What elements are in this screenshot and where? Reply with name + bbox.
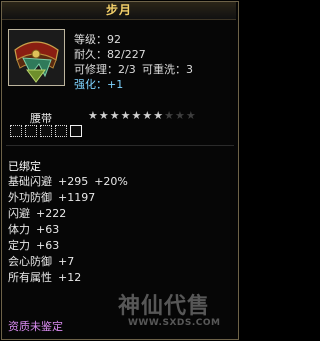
level-label: 等级： bbox=[74, 33, 107, 46]
star-icon: ★ bbox=[98, 109, 109, 122]
attribute-row: 外功防御 +1197 bbox=[8, 190, 234, 206]
rewash-label: 可重洗： bbox=[142, 63, 186, 76]
star-icon: ★ bbox=[185, 109, 196, 122]
star-icon: ★ bbox=[175, 109, 185, 122]
bound-status: 已绑定 bbox=[8, 160, 41, 173]
level-value: 92 bbox=[107, 33, 121, 46]
belt-icon bbox=[9, 30, 64, 85]
durability-value: 82/227 bbox=[107, 48, 146, 61]
attribute-name: 定力 bbox=[8, 239, 30, 252]
enhance-row: 强化：+1 bbox=[74, 77, 234, 92]
repair-row: 可修理：2/3 可重洗：3 bbox=[74, 62, 234, 77]
rewash-info: 可重洗：3 bbox=[142, 62, 193, 77]
item-type-label: 腰带 bbox=[30, 112, 52, 125]
star-icon: ★ bbox=[120, 109, 131, 122]
star-icon: ★ bbox=[88, 109, 98, 122]
attribute-name: 体力 bbox=[8, 223, 30, 236]
watermark-url: WWW.SXDS.COM bbox=[128, 318, 221, 328]
socket-slot-icon[interactable] bbox=[25, 125, 37, 137]
rewash-value: 3 bbox=[186, 63, 193, 76]
attribute-row: 基础闪避 +295 +20% bbox=[8, 174, 234, 190]
star-icon: ★ bbox=[142, 109, 153, 122]
level-row: 等级：92 bbox=[74, 32, 234, 47]
star-rating: ★ ★ ★ ★ ★ ★ ★ ★ ★ ★ bbox=[88, 110, 196, 122]
attribute-row: 体力 +63 bbox=[8, 222, 234, 238]
socket-slot-icon[interactable] bbox=[70, 125, 82, 137]
attribute-name: 所有属性 bbox=[8, 271, 52, 284]
attribute-name: 闪避 bbox=[8, 207, 30, 220]
star-icon: ★ bbox=[153, 109, 164, 122]
quality-status: 资质未鉴定 bbox=[8, 320, 63, 333]
star-icon: ★ bbox=[131, 109, 142, 122]
socket-slot-icon[interactable] bbox=[10, 125, 22, 137]
attribute-row: 会心防御 +7 bbox=[8, 254, 234, 270]
attribute-value: +1197 bbox=[58, 191, 96, 204]
item-title: 步月 bbox=[2, 2, 236, 20]
enhance-label: 强化： bbox=[74, 78, 107, 91]
repair-label: 可修理： bbox=[74, 63, 118, 76]
attribute-name: 基础闪避 bbox=[8, 175, 52, 188]
watermark: 神仙代售 WWW.SXDS.COM bbox=[118, 288, 220, 328]
attribute-extra: +20% bbox=[94, 175, 128, 188]
attribute-row: 所有属性 +12 bbox=[8, 270, 234, 286]
enhance-value: +1 bbox=[107, 78, 124, 91]
divider bbox=[6, 145, 234, 146]
attribute-value: +12 bbox=[58, 271, 82, 284]
star-icon: ★ bbox=[164, 109, 174, 122]
attribute-row: 闪避 +222 bbox=[8, 206, 234, 222]
item-icon-slot[interactable] bbox=[8, 29, 65, 86]
attribute-value: +222 bbox=[36, 207, 67, 220]
socket-slots bbox=[10, 125, 82, 139]
attribute-row: 定力 +63 bbox=[8, 238, 234, 254]
watermark-text: 神仙代售 bbox=[118, 293, 211, 319]
attribute-name: 外功防御 bbox=[8, 191, 52, 204]
socket-slot-icon[interactable] bbox=[40, 125, 52, 137]
attribute-value: +7 bbox=[58, 255, 75, 268]
durability-label: 耐久： bbox=[74, 48, 107, 61]
repair-value: 2/3 bbox=[118, 63, 136, 76]
attribute-name: 会心防御 bbox=[8, 255, 52, 268]
attribute-value: +295 bbox=[58, 175, 89, 188]
durability-row: 耐久：82/227 bbox=[74, 47, 234, 62]
attribute-value: +63 bbox=[36, 239, 60, 252]
attribute-list: 基础闪避 +295 +20% 外功防御 +1197 闪避 +222 体力 +63 定力 +63 会心防… bbox=[8, 174, 234, 286]
socket-slot-icon[interactable] bbox=[55, 125, 67, 137]
attribute-value: +63 bbox=[36, 223, 60, 236]
item-stats: 等级：92 耐久：82/227 可修理：2/3 可重洗：3 强化：+1 bbox=[74, 32, 234, 92]
star-icon: ★ bbox=[109, 109, 120, 122]
